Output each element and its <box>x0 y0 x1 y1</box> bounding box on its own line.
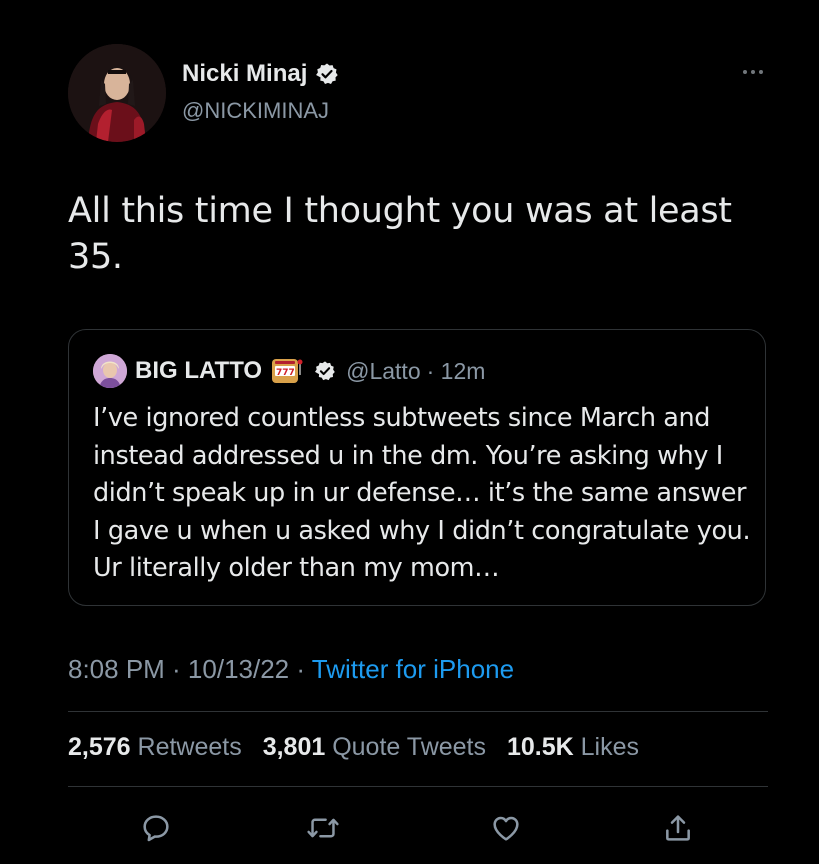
tweet-timestamp[interactable]: 8:08 PM · 10/13/22 · <box>68 654 312 684</box>
quoted-verified-badge-icon <box>315 361 335 381</box>
retweet-icon <box>307 818 339 838</box>
retweets-count: 2,576 <box>68 733 131 761</box>
quote-tweets-count: 3,801 <box>262 733 326 761</box>
quoted-tweet-time: · 12m <box>426 357 486 384</box>
slot-machine-emoji: 777 <box>272 359 303 383</box>
reply-icon <box>143 815 169 842</box>
tweet-text: All this time I thought you was at least… <box>68 191 732 277</box>
quote-tweets-stat[interactable]: 3,801 Quote Tweets <box>263 733 486 761</box>
tweet-source-link[interactable]: Twitter for iPhone <box>312 654 514 684</box>
quoted-author-name: BIG LATTO <box>135 357 263 384</box>
divider <box>68 786 768 787</box>
more-icon[interactable] <box>736 62 770 82</box>
share-icon <box>666 815 690 841</box>
quoted-tweet-text: I’ve ignored countless subtweets since M… <box>93 403 751 583</box>
reply-button[interactable] <box>136 808 176 848</box>
heart-icon <box>493 816 519 841</box>
tweet-meta: 8:08 PM · 10/13/22 · Twitter for iPhone <box>68 654 514 685</box>
verified-badge-icon <box>316 63 339 84</box>
likes-stat[interactable]: 10.5K Likes <box>507 733 639 761</box>
tweet-actions <box>0 808 819 848</box>
likes-label: Likes <box>580 733 639 761</box>
author-handle[interactable]: @NICKIMINAJ <box>182 98 329 124</box>
retweets-label: Retweets <box>137 733 242 761</box>
quote-tweets-label: Quote Tweets <box>332 733 486 761</box>
retweet-button[interactable] <box>303 808 343 848</box>
likes-count: 10.5K <box>506 733 574 761</box>
divider <box>68 711 768 712</box>
author-display-name-row[interactable]: Nicki Minaj <box>182 60 339 88</box>
quoted-tweet-header: BIG LATTO 777 @Latto · 12m <box>93 354 485 388</box>
retweets-stat[interactable]: 2,576 Retweets <box>68 733 242 761</box>
author-name[interactable]: Nicki Minaj <box>182 60 307 88</box>
quoted-author-handle: @Latto <box>346 357 421 384</box>
author-avatar[interactable] <box>68 44 166 142</box>
share-button[interactable] <box>658 808 698 848</box>
tweet-stats: 2,576 Retweets 3,801 Quote Tweets 10.5K … <box>68 733 653 762</box>
svg-text:777: 777 <box>276 368 295 378</box>
quoted-author-avatar <box>93 354 127 388</box>
quoted-tweet-card[interactable]: BIG LATTO 777 @Latto · 12m I’ve ignored … <box>68 329 766 606</box>
like-button[interactable] <box>486 808 526 848</box>
